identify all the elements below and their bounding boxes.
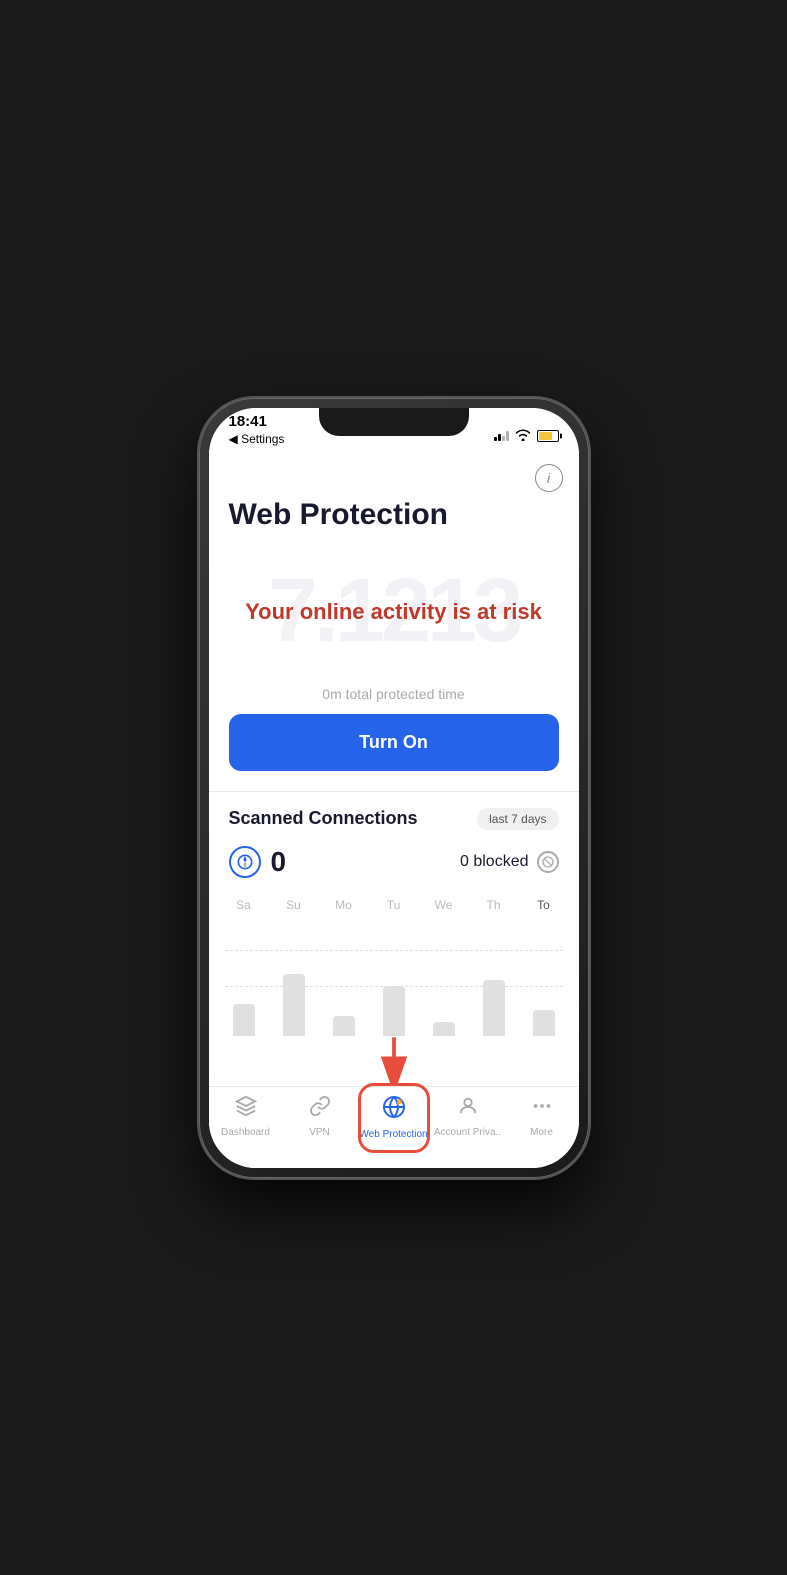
scanned-connections-header: Scanned Connections last 7 days	[209, 808, 579, 846]
wifi-icon	[515, 428, 531, 444]
chart-label-su: Su	[279, 898, 309, 912]
tab-account-privacy-label: Account Priva..	[434, 1127, 501, 1138]
bar-mo	[329, 920, 359, 1036]
status-icons	[494, 428, 559, 446]
bar-to	[529, 920, 559, 1036]
bars-container	[225, 920, 563, 1036]
turn-on-button[interactable]: Turn On	[229, 714, 559, 771]
tab-dashboard[interactable]: Dashboard	[209, 1095, 283, 1138]
chart-label-we: We	[429, 898, 459, 912]
info-button[interactable]: i	[535, 464, 563, 492]
signal-icon	[494, 431, 509, 441]
web-protection-icon: !	[382, 1095, 406, 1125]
tab-more[interactable]: More	[505, 1095, 579, 1138]
chart-labels: Sa Su Mo Tu We Th To	[225, 898, 563, 912]
account-privacy-icon	[457, 1095, 479, 1123]
phone-screen: 18:41 ◀ Settings	[209, 408, 579, 1168]
page-title: Web Protection	[209, 492, 579, 552]
chart-label-to: To	[529, 898, 559, 912]
scroll-area[interactable]: i Web Protection 7.1213 Your online acti…	[209, 452, 579, 1036]
screen-content: i Web Protection 7.1213 Your online acti…	[209, 452, 579, 1168]
bar-we	[429, 920, 459, 1036]
tab-account-privacy[interactable]: Account Priva..	[431, 1095, 505, 1138]
tab-bar: Dashboard VPN	[209, 1086, 579, 1168]
tab-web-protection-label: Web Protection	[359, 1129, 427, 1140]
bar-tu	[379, 920, 409, 1036]
vpn-icon	[309, 1095, 331, 1123]
battery-icon	[537, 430, 559, 442]
stat-right: 0 blocked	[460, 851, 559, 873]
tab-web-protection[interactable]: ! Web Protection	[357, 1095, 431, 1140]
chart-grid	[225, 920, 563, 1036]
dashboard-icon	[235, 1095, 257, 1123]
phone-notch	[319, 408, 469, 436]
section-divider	[209, 791, 579, 792]
bar-su	[279, 920, 309, 1036]
chart-label-sa: Sa	[229, 898, 259, 912]
more-icon	[531, 1095, 553, 1123]
compass-icon	[229, 846, 261, 878]
stat-left: 0	[229, 846, 287, 878]
blocked-label: 0 blocked	[460, 853, 529, 871]
chart-label-tu: Tu	[379, 898, 409, 912]
svg-text:!: !	[398, 1099, 399, 1104]
back-button[interactable]: ◀ Settings	[229, 432, 285, 446]
info-btn-row: i	[209, 452, 579, 492]
risk-text: Your online activity is at risk	[245, 599, 542, 625]
status-left: 18:41 ◀ Settings	[229, 413, 285, 446]
tab-dashboard-label: Dashboard	[221, 1127, 270, 1138]
risk-area: 7.1213 Your online activity is at risk	[209, 552, 579, 672]
status-time: 18:41	[229, 413, 285, 432]
tab-vpn-label: VPN	[309, 1127, 330, 1138]
protected-time: 0m total protected time	[209, 686, 579, 702]
chart-label-mo: Mo	[329, 898, 359, 912]
tab-vpn[interactable]: VPN	[283, 1095, 357, 1138]
arrow-area	[209, 1036, 579, 1086]
stats-row: 0 0 blocked	[209, 846, 579, 898]
phone-frame: 18:41 ◀ Settings	[199, 398, 589, 1178]
down-arrow-svg	[209, 1036, 579, 1086]
blocked-icon	[537, 851, 559, 873]
section-title: Scanned Connections	[229, 808, 418, 829]
chart-area: Sa Su Mo Tu We Th To	[209, 898, 579, 1036]
grid-line-1	[225, 950, 563, 951]
time-badge[interactable]: last 7 days	[477, 808, 558, 830]
grid-line-2	[225, 986, 563, 987]
bar-th	[479, 920, 509, 1036]
chart-label-th: Th	[479, 898, 509, 912]
bar-sa	[229, 920, 259, 1036]
scan-count: 0	[271, 846, 287, 878]
tab-more-label: More	[530, 1127, 553, 1138]
